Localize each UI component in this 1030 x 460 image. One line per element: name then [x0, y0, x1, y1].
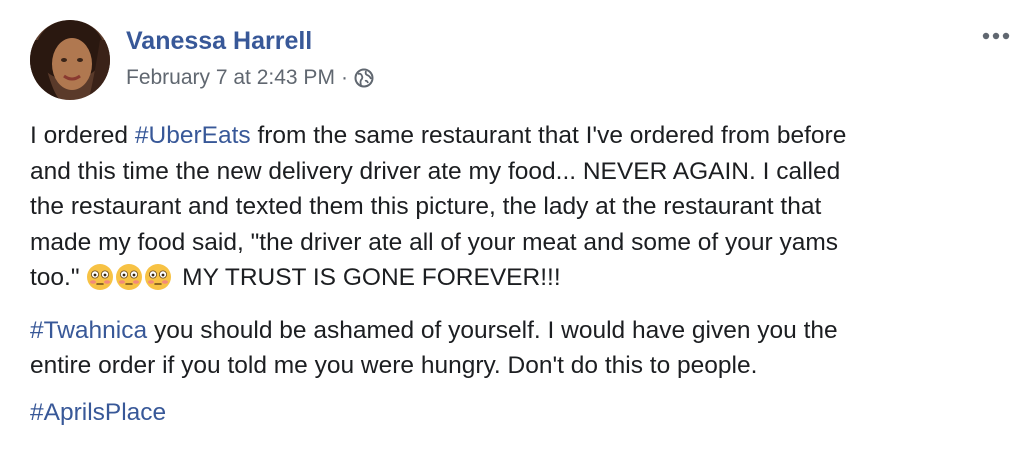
- hashtag-aprilsplace-link[interactable]: #AprilsPlace: [30, 399, 166, 426]
- more-options-button[interactable]: [978, 24, 1018, 48]
- post-text: you should be ashamed of yourself. I wou…: [147, 316, 838, 344]
- flushed-face-emoji: [116, 264, 143, 290]
- post-text: entire order if you told me you were hun…: [30, 352, 758, 379]
- post-paragraph-2: #Twahnica you should be ashamed of yours…: [30, 313, 1005, 384]
- meta-separator: ·: [340, 66, 348, 89]
- post-body: I ordered #UberEats from the same restau…: [30, 118, 1005, 441]
- globe-icon[interactable]: [354, 68, 374, 88]
- post-text: too.": [30, 264, 87, 291]
- author-avatar[interactable]: [30, 20, 110, 100]
- post-meta: February 7 at 2:43 PM ·: [126, 66, 374, 90]
- avatar-photo: [30, 20, 110, 100]
- post-paragraph-3: #AprilsPlace: [30, 395, 1005, 431]
- hashtag-twahnica-link[interactable]: #Twahnica: [30, 317, 147, 344]
- more-options-icon: [982, 32, 1010, 40]
- post-text: I ordered: [30, 122, 135, 149]
- flushed-face-emoji: [145, 264, 172, 290]
- post-text: from the same restaurant that I've order…: [250, 122, 847, 149]
- author-name-link[interactable]: Vanessa Harrell: [126, 27, 312, 56]
- post-text: MY TRUST IS GONE FOREVER!!!: [175, 264, 561, 291]
- post-text: the restaurant and texted them this pict…: [30, 193, 822, 220]
- flushed-face-emoji: [87, 264, 114, 290]
- post-text: and this time the new delivery driver at…: [30, 157, 841, 185]
- hashtag-ubereats-link[interactable]: #UberEats: [135, 122, 251, 149]
- post-text: made my food said, "the driver ate all o…: [30, 228, 839, 256]
- emoji-group: [86, 263, 173, 302]
- post-timestamp[interactable]: February 7 at 2:43 PM: [126, 66, 335, 90]
- post-paragraph-1: I ordered #UberEats from the same restau…: [30, 118, 1005, 302]
- facebook-post: Vanessa Harrell February 7 at 2:43 PM · …: [0, 0, 1030, 460]
